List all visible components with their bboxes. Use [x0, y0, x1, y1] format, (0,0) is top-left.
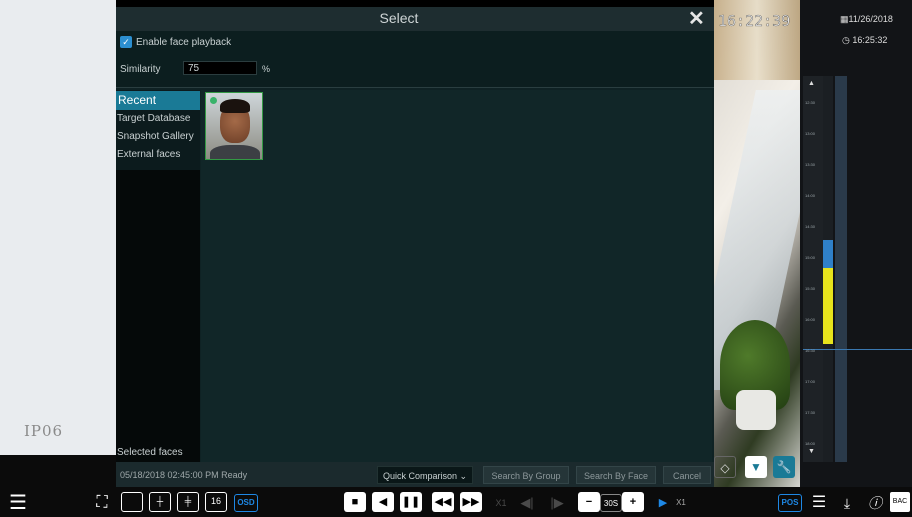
divider — [116, 87, 714, 88]
timeline-tick-label: 17:00 — [805, 379, 816, 384]
timeline-tick-label: 14:30 — [805, 224, 816, 229]
feed-scene-pot — [736, 390, 776, 430]
similarity-label: Similarity — [120, 64, 161, 75]
close-icon[interactable]: ✕ — [688, 6, 705, 31]
cancel-button[interactable]: Cancel — [663, 466, 711, 484]
enable-face-playback-checkbox[interactable]: ✓ — [120, 36, 132, 48]
step-back-icon: ◀| — [520, 495, 534, 510]
similarity-unit: % — [262, 64, 271, 74]
back-button[interactable]: BAC — [890, 492, 910, 512]
timeline-scroll-up-icon[interactable]: ▲ — [808, 80, 815, 87]
timeline-playhead[interactable] — [803, 349, 912, 350]
face-grid — [201, 90, 712, 462]
step-forward-icon: |▶ — [550, 495, 564, 510]
layout-1-icon[interactable] — [121, 492, 143, 512]
osd-button[interactable]: OSD — [234, 494, 258, 512]
stop-icon[interactable]: ■ — [344, 492, 366, 512]
fast-forward-icon[interactable]: ▶▶ — [460, 492, 482, 512]
search-by-face-button[interactable]: Search By Face — [576, 466, 656, 484]
timeline-tick-label: 16:00 — [805, 317, 816, 322]
timeline-tick-label: 18:00 — [805, 441, 816, 446]
camera-feed-right[interactable] — [714, 0, 800, 487]
timeline-tick-label: 14:00 — [805, 193, 816, 198]
timeline-time: ◷ 16:25:32 — [842, 35, 887, 46]
timeline-scroll-down-icon[interactable]: ▼ — [808, 448, 815, 455]
sidebar-item-target-database[interactable]: Target Database — [117, 113, 190, 124]
layout-9-icon[interactable]: ╪ — [177, 492, 199, 512]
list-icon[interactable]: ☰ — [808, 492, 830, 514]
timeline-segment-event — [823, 268, 833, 344]
timeline-tick-label: 12:30 — [805, 100, 816, 105]
play-icon[interactable]: ▶ — [656, 492, 670, 514]
camera-feed-left[interactable] — [0, 0, 116, 455]
info-icon[interactable]: ⓘ — [864, 492, 886, 514]
timeline-tick-label: 13:30 — [805, 162, 816, 167]
face-thumbnail-shirt — [210, 145, 260, 159]
camera-clock-overlay: 16:22:39 — [718, 12, 791, 30]
camera-ip-label: IP06 — [24, 422, 64, 440]
zoom-in-icon[interactable]: + — [622, 492, 644, 512]
selected-faces-panel — [116, 170, 200, 462]
enable-face-playback-label: Enable face playback — [136, 37, 232, 48]
timeline-tick-label: 15:00 — [805, 255, 816, 260]
quick-comparison-select[interactable]: Quick Comparison ⌄ — [377, 466, 473, 484]
download-icon[interactable]: ⤓ — [836, 492, 858, 514]
dialog-title: Select — [379, 10, 419, 26]
similarity-input[interactable]: 75 — [183, 61, 257, 75]
face-selected-dot-icon — [210, 97, 217, 104]
pause-icon[interactable]: ❚❚ — [400, 492, 422, 512]
timeline-tick-label: 17:30 — [805, 410, 816, 415]
ptz-diamond-icon[interactable]: ◇ — [714, 456, 736, 478]
layout-4-icon[interactable]: ┼ — [149, 492, 171, 512]
filter-icon[interactable]: ▼ — [745, 456, 767, 478]
face-thumbnail[interactable] — [205, 92, 263, 160]
reverse-play-icon[interactable]: ◀ — [372, 492, 394, 512]
speed-right-label: X1 — [676, 498, 686, 507]
menu-icon[interactable]: ☰ — [6, 492, 30, 514]
chevron-down-icon: ⌄ — [459, 471, 468, 481]
quick-comparison-label: Quick Comparison — [383, 471, 458, 481]
calendar-icon: ▦ — [840, 14, 849, 24]
selected-faces-label: Selected faces — [117, 447, 183, 458]
fullscreen-icon[interactable]: ⛶ — [90, 492, 114, 514]
timeline-tick-label: 16:30 — [805, 348, 816, 353]
status-text: 05/18/2018 02:45:00 PM Ready — [120, 470, 248, 480]
timeline-date: ▦11/26/2018 — [840, 14, 893, 25]
clock-icon: ◷ — [842, 35, 850, 45]
sidebar-item-external-faces[interactable]: External faces — [117, 149, 180, 160]
sidebar-item-recent[interactable]: Recent — [116, 91, 200, 110]
rewind-icon[interactable]: ◀◀ — [432, 492, 454, 512]
interval-button[interactable]: 30S — [600, 494, 622, 512]
timeline-track[interactable] — [835, 76, 847, 462]
pos-button[interactable]: POS — [778, 494, 802, 512]
wrench-icon[interactable]: 🔧 — [773, 456, 795, 478]
speed-left-label: X1 — [495, 498, 507, 508]
camera-feed-left-bottom — [0, 455, 116, 487]
timeline-date-value: 11/26/2018 — [848, 14, 893, 24]
timeline-time-value: 16:25:32 — [852, 35, 888, 45]
face-thumbnail-hair — [220, 99, 250, 113]
search-by-group-button[interactable]: Search By Group — [483, 466, 569, 484]
timeline-tick-label: 15:30 — [805, 286, 816, 291]
zoom-out-icon[interactable]: − — [578, 492, 600, 512]
sidebar-item-snapshot-gallery[interactable]: Snapshot Gallery — [117, 131, 194, 142]
timeline-tick-label: 13:00 — [805, 131, 816, 136]
layout-16-icon[interactable]: 16 — [205, 492, 227, 512]
